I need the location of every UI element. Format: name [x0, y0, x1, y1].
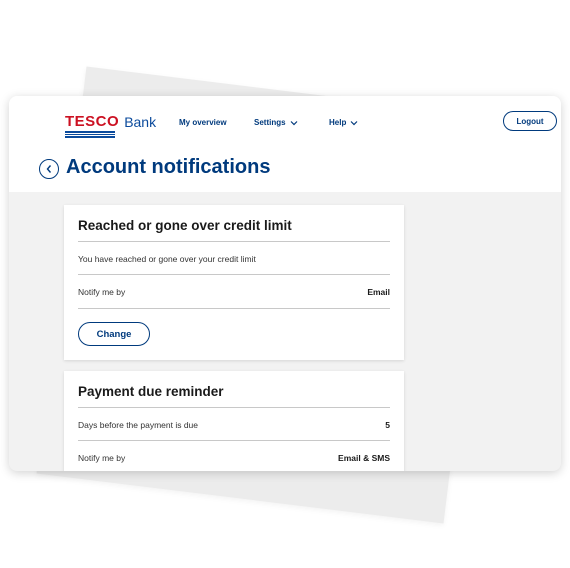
logout-button[interactable]: Logout [503, 111, 557, 131]
divider [78, 308, 390, 309]
notify-value: Email & SMS [338, 453, 390, 463]
chevron-left-icon [46, 165, 52, 173]
notification-card-credit-limit: Reached or gone over credit limit You ha… [64, 205, 404, 360]
change-button[interactable]: Change [78, 322, 150, 346]
days-before-label: Days before the payment is due [78, 420, 199, 430]
divider [78, 274, 390, 275]
nav-my-overview-label: My overview [179, 118, 227, 127]
page-title: Account notifications [66, 156, 271, 178]
nav-help-label: Help [329, 118, 347, 127]
logo-stripes [65, 131, 115, 139]
header: TESCO Bank My overview Settings Help Log… [9, 96, 561, 192]
divider [78, 407, 390, 408]
chevron-down-icon [290, 120, 297, 125]
days-before-value: 5 [385, 420, 390, 430]
chevron-down-icon [350, 120, 358, 125]
logo-product-text: Bank [124, 114, 157, 130]
card-description: You have reached or gone over your credi… [78, 254, 256, 264]
divider [78, 241, 390, 242]
divider [78, 440, 390, 441]
nav-settings[interactable]: Settings [254, 118, 298, 127]
nav-settings-label: Settings [254, 118, 286, 127]
app-window: TESCO Bank My overview Settings Help Log… [9, 96, 561, 471]
notify-label: Notify me by [78, 287, 126, 297]
nav-my-overview[interactable]: My overview [179, 118, 227, 127]
tesco-bank-logo[interactable]: TESCO Bank [65, 113, 157, 138]
card-title: Reached or gone over credit limit [78, 218, 292, 233]
card-title: Payment due reminder [78, 384, 224, 399]
back-button[interactable] [39, 159, 59, 179]
notify-label: Notify me by [78, 453, 126, 463]
logo-brand-text: TESCO [65, 113, 120, 130]
notify-value: Email [367, 287, 390, 297]
notification-card-payment-due: Payment due reminder Days before the pay… [64, 371, 404, 471]
nav-help[interactable]: Help [329, 118, 358, 127]
